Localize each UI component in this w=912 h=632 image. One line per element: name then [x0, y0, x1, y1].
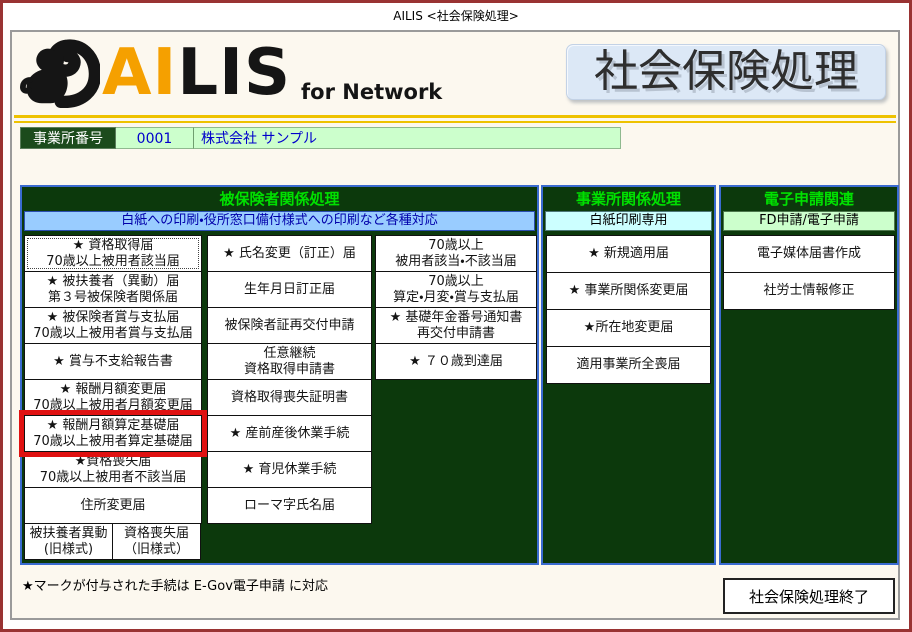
panel-insured-subheader: 白紙への印刷・役所窓口備付様式への印刷など各種対応	[24, 211, 535, 231]
insured-column-c: 70歳以上 被用者該当・不該当届 70歳以上 算定・月変・賞与支払届 ★ 基礎年…	[375, 235, 537, 380]
workplace-column: ★ 新規適用届 ★ 事業所関係変更届 ★所在地変更届 適用事業所全喪届	[546, 235, 711, 384]
procedure-button[interactable]: ローマ字氏名届	[207, 487, 372, 524]
focus-indicator	[27, 238, 199, 269]
procedure-button[interactable]: ★ 事業所関係変更届	[546, 272, 711, 310]
procedure-button[interactable]: ★ 育児休業手続	[207, 451, 372, 488]
procedure-button[interactable]: 資格取得喪失証明書	[207, 379, 372, 416]
insured-column-a: ★ 資格取得届 70歳以上被用者該当届 ★ 被扶養者（異動）届 第３号被保険者関…	[24, 235, 202, 560]
old-format-row: 被扶養者異動 (旧様式) 資格喪失届 （旧様式）	[24, 523, 202, 560]
panel-eapplication-header: 電子申請関連	[763, 190, 854, 208]
logo-row: AILIS for Network 社会保険処理	[12, 32, 898, 114]
procedure-button[interactable]: ★ ７０歳到達届	[375, 343, 537, 380]
procedure-button[interactable]: ★ 新規適用届	[546, 235, 711, 273]
panel-insured-procedures: 被保険者関係処理 白紙への印刷・役所窓口備付様式への印刷など各種対応 ★ 資格取…	[20, 185, 539, 565]
panel-eapplication-subheader: FD申請/電子申請	[723, 211, 895, 231]
main-frame: AILIS for Network 社会保険処理 事業所番号 0001 株式会社…	[10, 30, 900, 620]
procedure-button[interactable]: ★資格喪失届 70歳以上被用者不該当届	[24, 451, 202, 488]
procedure-button-highlighted[interactable]: ★ 報酬月額算定基礎届 70歳以上被用者算定基礎届	[24, 415, 202, 452]
logo-cluster: AILIS for Network	[20, 36, 442, 108]
office-row: 事業所番号 0001 株式会社 サンプル	[20, 127, 621, 149]
panel-workplace-procedures: 事業所関係処理 白紙印刷専用 ★ 新規適用届 ★ 事業所関係変更届 ★所在地変更…	[541, 185, 716, 565]
procedure-button[interactable]: ★ 産前産後休業手続	[207, 415, 372, 452]
logo-subtitle: for Network	[301, 80, 443, 104]
office-number-label: 事業所番号	[20, 127, 116, 149]
procedure-button[interactable]: ★ 氏名変更（訂正）届	[207, 235, 372, 272]
procedure-button[interactable]: ★ 基礎年金番号通知書 再交付申請書	[375, 307, 537, 344]
procedure-button[interactable]: ★所在地変更届	[546, 309, 711, 347]
eapplication-column: 電子媒体届書作成 社労士情報修正	[723, 235, 895, 310]
gold-divider-bottom	[14, 121, 896, 123]
procedure-button[interactable]: ★ 報酬月額変更届 70歳以上被用者月額変更届	[24, 379, 202, 416]
app-title: 社会保険処理	[594, 46, 858, 97]
panel-eapplication: 電子申請関連 FD申請/電子申請 電子媒体届書作成 社労士情報修正	[719, 185, 899, 565]
procedure-button[interactable]: 被扶養者異動 (旧様式)	[24, 523, 113, 560]
procedure-button[interactable]: 社労士情報修正	[723, 272, 895, 310]
procedure-button[interactable]: 任意継続 資格取得申請書	[207, 343, 372, 380]
exit-button[interactable]: 社会保険処理終了	[723, 578, 895, 614]
panel-workplace-header: 事業所関係処理	[575, 190, 681, 208]
procedure-button[interactable]: ★ 賞与不支給報告書	[24, 343, 202, 380]
procedure-button[interactable]: 生年月日訂正届	[207, 271, 372, 308]
panel-insured-header: 被保険者関係処理	[219, 190, 340, 208]
procedure-button[interactable]: 70歳以上 算定・月変・賞与支払届	[375, 271, 537, 308]
procedure-button[interactable]: 適用事業所全喪届	[546, 346, 711, 384]
app-title-box: 社会保険処理	[566, 44, 886, 100]
procedure-button[interactable]: 70歳以上 被用者該当・不該当届	[375, 235, 537, 272]
procedure-button[interactable]: ★ 被保険者賞与支払届 70歳以上被用者賞与支払届	[24, 307, 202, 344]
procedure-button-focused[interactable]: ★ 資格取得届 70歳以上被用者該当届	[24, 235, 202, 272]
procedure-button[interactable]: ★ 被扶養者（異動）届 第３号被保険者関係届	[24, 271, 202, 308]
window-title: AILIS <社会保険処理>	[393, 9, 519, 23]
ailis-logotype-lis: LIS	[177, 36, 292, 110]
gold-divider-top	[14, 115, 896, 118]
office-number-field[interactable]: 0001	[116, 127, 193, 149]
panel-workplace-subheader: 白紙印刷専用	[545, 211, 712, 231]
procedure-button[interactable]: 被保険者証再交付申請	[207, 307, 372, 344]
squirrel-logo-icon	[20, 39, 100, 108]
procedure-button[interactable]: 資格喪失届 （旧様式）	[112, 523, 201, 560]
insured-column-b: ★ 氏名変更（訂正）届 生年月日訂正届 被保険者証再交付申請 任意継続 資格取得…	[207, 235, 372, 524]
ailis-logotype: AILIS	[102, 38, 291, 108]
office-name-field: 株式会社 サンプル	[193, 127, 621, 149]
ailis-logotype-ai: AI	[102, 36, 178, 110]
egov-note: ★マークが付与された手続は E-Gov電子申請 に対応	[22, 579, 329, 594]
procedure-button[interactable]: 電子媒体届書作成	[723, 235, 895, 273]
procedure-button[interactable]: 住所変更届	[24, 487, 202, 524]
